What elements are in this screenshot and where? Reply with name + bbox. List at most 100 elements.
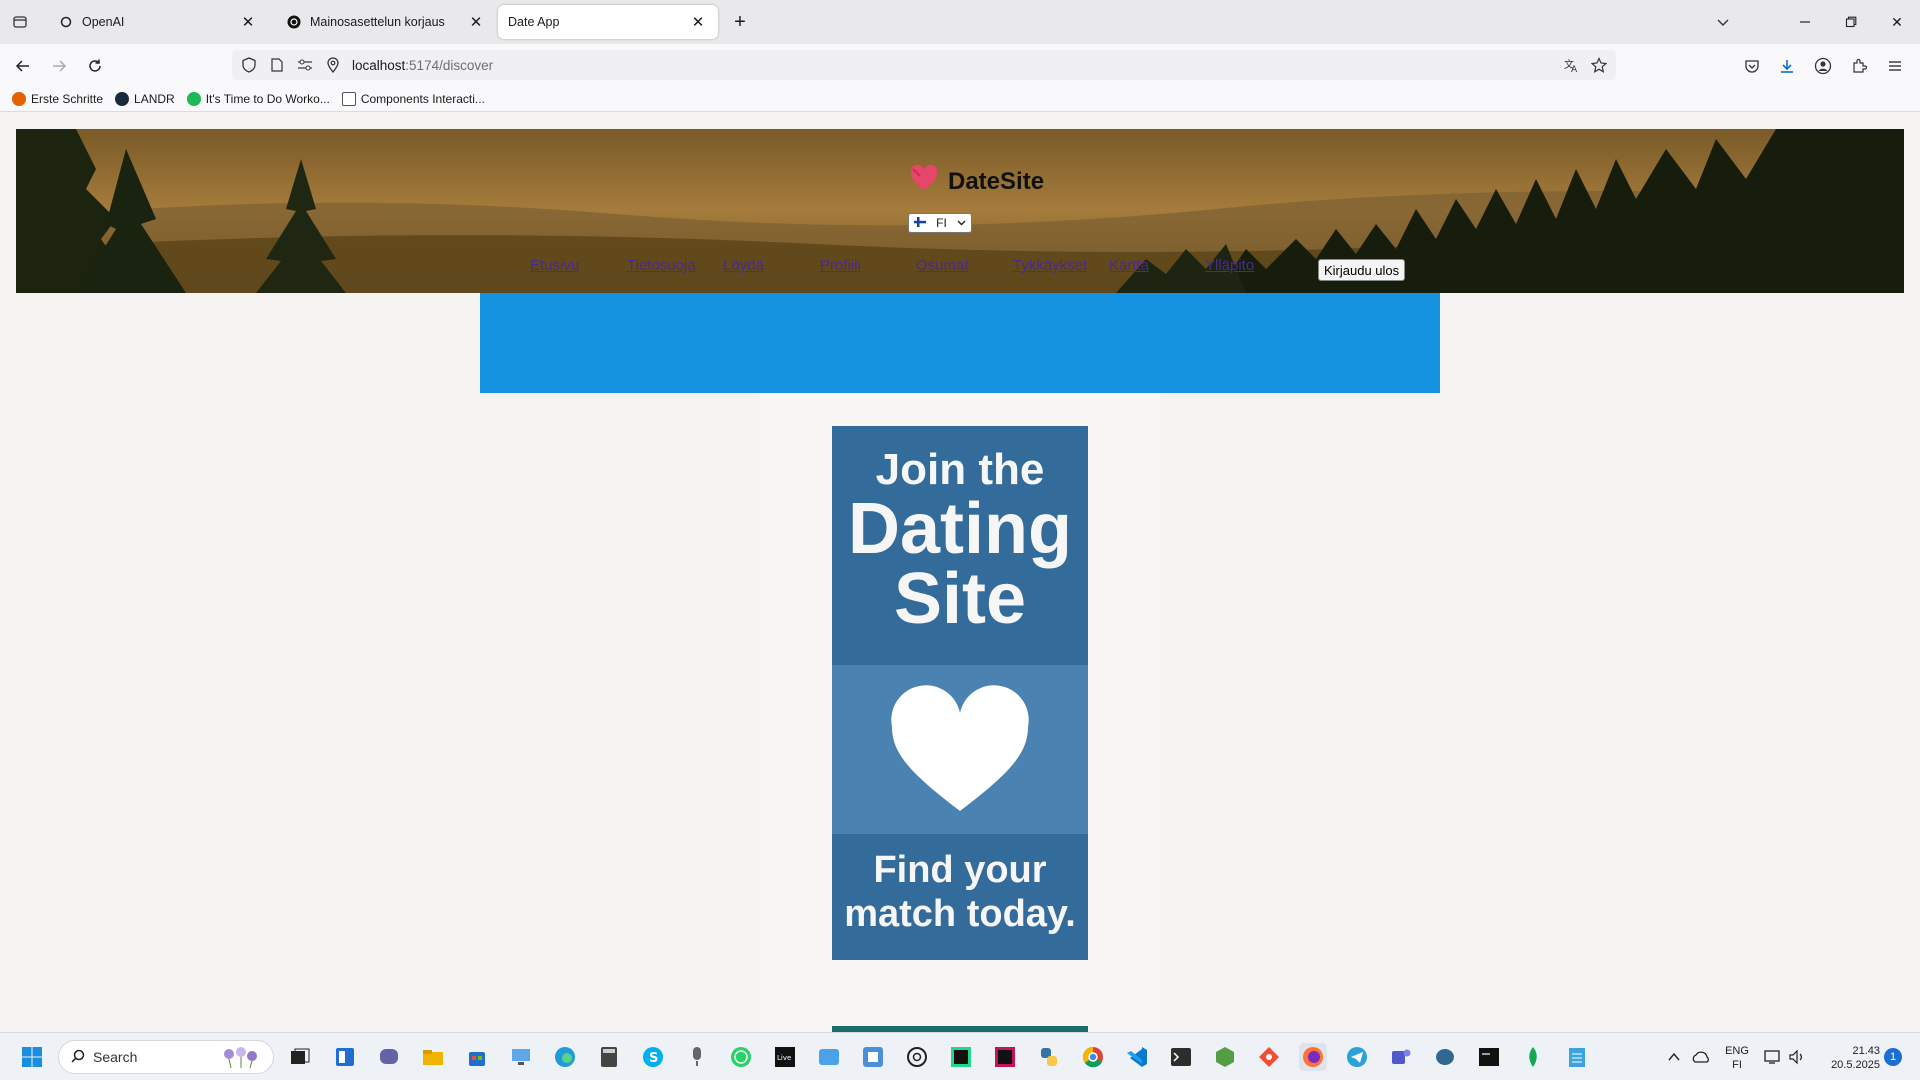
console-icon[interactable] bbox=[1475, 1043, 1503, 1071]
menu-icon[interactable] bbox=[1881, 52, 1909, 80]
widgets-icon[interactable] bbox=[331, 1043, 359, 1071]
close-icon[interactable]: ✕ bbox=[466, 12, 486, 32]
telegram-icon[interactable] bbox=[1343, 1043, 1371, 1071]
close-window-icon[interactable]: ✕ bbox=[1874, 0, 1920, 44]
forward-icon[interactable] bbox=[45, 52, 73, 80]
bookmarks-bar: Erste Schritte LANDR It's Time to Do Wor… bbox=[0, 86, 1920, 112]
close-icon[interactable]: ✕ bbox=[238, 12, 258, 32]
pocket-icon[interactable] bbox=[1738, 52, 1766, 80]
chatgpt-icon bbox=[286, 14, 302, 30]
bookmark-label: LANDR bbox=[134, 91, 175, 106]
star-icon[interactable] bbox=[1588, 54, 1610, 76]
minimize-icon[interactable] bbox=[1782, 0, 1828, 44]
extensions-icon[interactable] bbox=[1845, 52, 1873, 80]
close-icon[interactable]: ✕ bbox=[688, 12, 708, 32]
vscode-icon[interactable] bbox=[1123, 1043, 1151, 1071]
tab-openai[interactable]: OpenAI ✕ bbox=[48, 5, 268, 39]
site-logo[interactable]: DateSite bbox=[910, 164, 1044, 198]
bookmark-label: Erste Schritte bbox=[31, 91, 104, 106]
svg-text:S: S bbox=[649, 1051, 658, 1066]
ad-headline: Join the Dating Site bbox=[832, 426, 1088, 665]
notification-badge[interactable]: 1 bbox=[1884, 1048, 1902, 1066]
nav-link-profiili[interactable]: Profiili bbox=[820, 257, 861, 274]
bookmark-landr[interactable]: LANDR bbox=[115, 91, 175, 106]
clock[interactable]: 21.43 20.5.2025 bbox=[1814, 1044, 1880, 1072]
nav-link-tietosuoja[interactable]: Tietosuoja bbox=[627, 257, 696, 274]
bookmark-components[interactable]: Components Interacti... bbox=[341, 91, 485, 106]
translate-icon[interactable]: 文A bbox=[1560, 54, 1582, 76]
search-icon bbox=[71, 1049, 85, 1066]
postgres-icon[interactable] bbox=[1431, 1043, 1459, 1071]
skype-icon[interactable]: S bbox=[639, 1043, 667, 1071]
landr-icon bbox=[115, 91, 130, 106]
svg-text:Live: Live bbox=[777, 1054, 791, 1062]
location-icon[interactable] bbox=[322, 54, 344, 76]
taskbar-search[interactable]: Search bbox=[58, 1040, 274, 1074]
dating-site-ad[interactable]: Join the Dating Site Find your match tod… bbox=[832, 426, 1088, 960]
permissions-icon[interactable] bbox=[294, 54, 316, 76]
bookmark-erste-schritte[interactable]: Erste Schritte bbox=[12, 91, 104, 106]
mongodb-icon[interactable] bbox=[1519, 1043, 1547, 1071]
microsoft-store-icon[interactable] bbox=[463, 1043, 491, 1071]
edge-icon[interactable] bbox=[551, 1043, 579, 1071]
tab-list-icon[interactable] bbox=[8, 10, 32, 34]
address-bar[interactable]: localhost:5174/discover 文A bbox=[232, 50, 1616, 80]
windows-start-icon[interactable] bbox=[18, 1043, 46, 1071]
ableton-live-icon[interactable]: Live bbox=[771, 1043, 799, 1071]
nav-link-loyda[interactable]: Löydä bbox=[723, 257, 764, 274]
nav-link-etusivu[interactable]: Etusivu bbox=[530, 257, 579, 274]
new-tab-icon[interactable]: + bbox=[728, 10, 752, 34]
reload-icon[interactable] bbox=[81, 52, 109, 80]
download-icon[interactable] bbox=[1773, 52, 1801, 80]
terminal-icon[interactable] bbox=[1167, 1043, 1195, 1071]
heart-icon bbox=[891, 685, 1029, 811]
ad-footer-line2: match today. bbox=[844, 893, 1076, 935]
shield-icon[interactable] bbox=[238, 54, 260, 76]
pycharm-icon[interactable] bbox=[947, 1043, 975, 1071]
volume-icon[interactable] bbox=[1786, 1043, 1808, 1071]
git-icon[interactable] bbox=[1255, 1043, 1283, 1071]
chrome-icon[interactable] bbox=[1079, 1043, 1107, 1071]
back-icon[interactable] bbox=[9, 52, 37, 80]
settings-tool-icon[interactable] bbox=[859, 1043, 887, 1071]
notepad-icon[interactable] bbox=[1563, 1043, 1591, 1071]
tab-title: Date App bbox=[508, 15, 560, 29]
nav-link-kartta[interactable]: Kartta bbox=[1109, 257, 1149, 274]
display-icon[interactable] bbox=[1762, 1043, 1784, 1071]
account-icon[interactable] bbox=[1809, 52, 1837, 80]
nav-link-tykkaykset[interactable]: Tykkäykset bbox=[1013, 257, 1087, 274]
page-icon[interactable] bbox=[266, 54, 288, 76]
nav-link-osumat[interactable]: Osumat bbox=[916, 257, 969, 274]
chatgpt-icon[interactable] bbox=[903, 1043, 931, 1071]
nav-link-yllapito[interactable]: Ylläpito bbox=[1205, 257, 1254, 274]
rider-icon[interactable] bbox=[991, 1043, 1019, 1071]
remote-desktop-icon[interactable] bbox=[507, 1043, 535, 1071]
restore-icon[interactable] bbox=[1828, 0, 1874, 44]
clock-time: 21.43 bbox=[1852, 1045, 1880, 1057]
tab-date-app[interactable]: Date App ✕ bbox=[498, 5, 718, 39]
calculator-icon[interactable] bbox=[595, 1043, 623, 1071]
nodejs-icon[interactable] bbox=[1211, 1043, 1239, 1071]
search-placeholder: Search bbox=[93, 1049, 138, 1065]
onedrive-icon[interactable] bbox=[1690, 1043, 1712, 1071]
outlook-icon[interactable] bbox=[815, 1043, 843, 1071]
url-text[interactable]: localhost:5174/discover bbox=[352, 58, 493, 73]
tab-mainosasettelun[interactable]: Mainosasettelun korjaus ✕ bbox=[276, 5, 496, 39]
openai-icon bbox=[58, 14, 74, 30]
flowers-icon bbox=[219, 1044, 263, 1071]
logout-button[interactable]: Kirjaudu ulos bbox=[1318, 259, 1406, 281]
input-language[interactable]: ENG FI bbox=[1720, 1044, 1754, 1072]
task-view-icon[interactable] bbox=[286, 1043, 314, 1071]
chevron-up-icon[interactable] bbox=[1664, 1043, 1684, 1071]
python-icon[interactable] bbox=[1035, 1043, 1063, 1071]
teams-chat-icon[interactable] bbox=[375, 1043, 403, 1071]
file-explorer-icon[interactable] bbox=[419, 1043, 447, 1071]
firefox-icon[interactable] bbox=[1299, 1043, 1327, 1071]
teams-icon[interactable] bbox=[1387, 1043, 1415, 1071]
chevron-down-icon[interactable] bbox=[1700, 0, 1746, 44]
language-select[interactable]: FI bbox=[908, 213, 972, 233]
whatsapp-icon[interactable] bbox=[727, 1043, 755, 1071]
navigation-bar: localhost:5174/discover 文A bbox=[0, 44, 1920, 86]
microphone-icon[interactable] bbox=[683, 1043, 711, 1071]
bookmark-workout[interactable]: It's Time to Do Worko... bbox=[186, 91, 330, 106]
